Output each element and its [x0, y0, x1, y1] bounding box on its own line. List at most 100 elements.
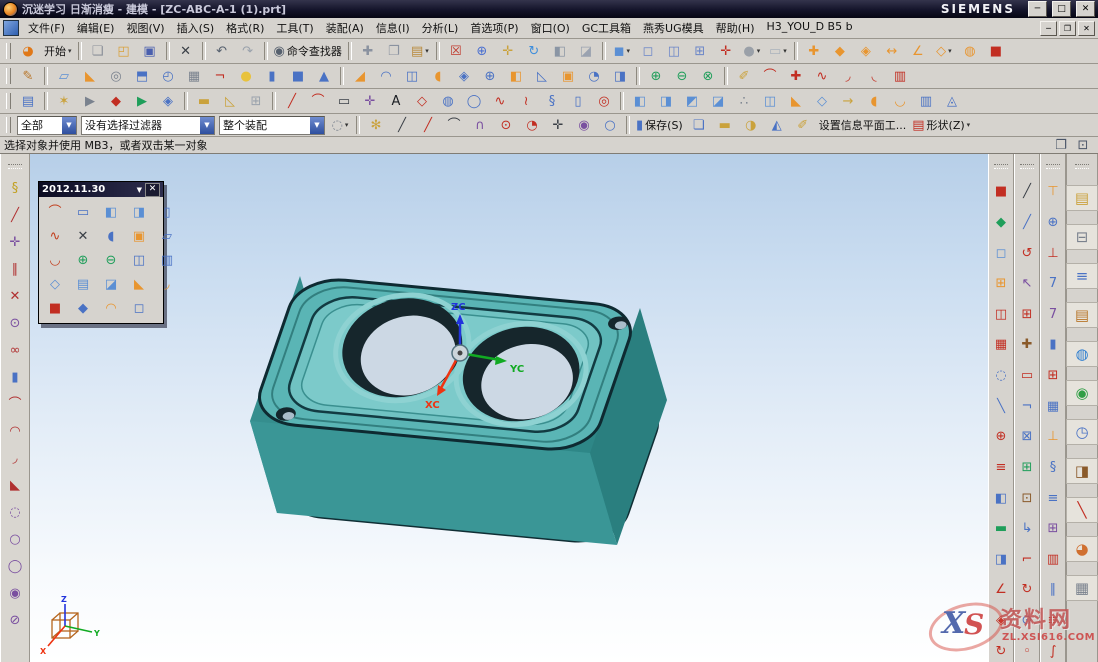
swept-surface-icon[interactable]: ◨ [653, 90, 679, 112]
close-button[interactable]: ✕ [1076, 1, 1095, 17]
draft-icon[interactable]: ◺ [529, 65, 555, 87]
point-cloud-icon[interactable]: ∴ [731, 90, 757, 112]
menu-item-9[interactable]: 首选项(P) [464, 18, 524, 38]
ruler-icon[interactable]: ▬ [191, 90, 217, 112]
menu-item-10[interactable]: 窗口(O) [525, 18, 576, 38]
chamfer-icon[interactable]: ◢ [347, 65, 373, 87]
block-icon[interactable]: ■ [42, 297, 68, 319]
sync-views-icon[interactable]: ✚ [355, 40, 381, 62]
hatch-lines-icon[interactable]: ≡ [988, 457, 1014, 479]
hide-constraint-icon[interactable]: ◍ [957, 40, 983, 62]
green-diamond-icon[interactable]: ◆ [988, 212, 1014, 234]
move-component-icon[interactable]: ✚ [801, 40, 827, 62]
quick-trim-icon[interactable]: ⊘ [2, 609, 28, 631]
rotate-ccw-icon[interactable]: ↺ [1014, 242, 1040, 264]
hook-icon[interactable]: ¬ [1014, 395, 1040, 417]
trim-curve-icon[interactable]: ✚ [783, 65, 809, 87]
pipe-icon[interactable]: ▯ [565, 90, 591, 112]
arc-icon[interactable]: ⌒ [2, 393, 28, 415]
background-swatch-icon[interactable]: ▭▾ [765, 40, 791, 62]
cylinder-icon[interactable]: ▮ [259, 65, 285, 87]
general-snap-icon[interactable]: ✻ [363, 115, 389, 135]
fillet-curve-icon[interactable]: ◟ [861, 65, 887, 87]
maximize-button[interactable]: □ [1052, 1, 1071, 17]
constraint-navigator-tab[interactable]: ⊟ [1066, 224, 1098, 250]
move-dot-icon[interactable]: ◦ [1014, 640, 1040, 662]
sphere-icon[interactable]: ● [233, 65, 259, 87]
bend-icon[interactable]: ◞ [154, 273, 180, 295]
edit-feature-icon[interactable]: ✐ [731, 65, 757, 87]
studio-surface-icon[interactable]: ◫ [757, 90, 783, 112]
bridge-curve-icon[interactable]: ⌒ [757, 65, 783, 87]
system-materials-tab[interactable]: ▦ [1066, 575, 1098, 601]
box-wireframe-icon[interactable]: ◻ [126, 297, 152, 319]
mdi-close-button[interactable]: ✕ [1078, 21, 1095, 36]
text-icon[interactable]: A [383, 90, 409, 112]
bend-surface-icon[interactable]: ◡ [887, 90, 913, 112]
mate-constraint-icon[interactable]: ◈ [853, 40, 879, 62]
shape-button[interactable]: ▤形状(Z)▾ [909, 115, 973, 135]
spin-icon[interactable]: ↻ [988, 640, 1014, 662]
spline-icon[interactable]: ∿ [42, 225, 68, 247]
facet-view-icon[interactable]: ⊞ [687, 40, 713, 62]
internet-explorer-tab[interactable]: ◉ [1066, 380, 1098, 406]
revolve-icon[interactable]: ◴ [155, 65, 181, 87]
menu-item-8[interactable]: 分析(L) [416, 18, 465, 38]
open-file-icon[interactable]: ◰ [111, 40, 137, 62]
draft-icon[interactable]: ◣ [126, 273, 152, 295]
edge-blend-icon[interactable]: ◠ [373, 65, 399, 87]
through-mesh-icon[interactable]: ▥ [913, 90, 939, 112]
section-curve-icon[interactable]: ▭ [70, 201, 96, 223]
sketch-point-icon[interactable]: ✛ [2, 231, 28, 253]
cylinder-icon[interactable]: ▮ [2, 366, 28, 388]
wire-cube-icon[interactable]: ◻ [988, 242, 1014, 264]
angle-measure-icon[interactable]: ◺ [217, 90, 243, 112]
hd3d-tools-tab[interactable]: ◍ [1066, 341, 1098, 367]
fillet-icon[interactable]: ◞ [2, 447, 28, 469]
corner-box-icon[interactable]: ⌐ [1014, 548, 1040, 570]
columns-icon[interactable]: ∥ [1040, 579, 1066, 601]
mdi-minimize-button[interactable]: ─ [1040, 21, 1057, 36]
stack-icon[interactable]: ≡ [1040, 610, 1066, 632]
integral-icon[interactable]: ∫ [1040, 640, 1066, 662]
menu-item-6[interactable]: 装配(A) [320, 18, 370, 38]
step-arrow-icon[interactable]: ↳ [1014, 518, 1040, 540]
view-split-icon[interactable]: ❐ [1050, 137, 1072, 153]
annotation-icon[interactable]: ✐ [790, 115, 816, 135]
redo-icon[interactable]: ↷ [235, 40, 261, 62]
replay-icon[interactable]: ◈ [155, 90, 181, 112]
snap-existing-point-icon[interactable]: ◉ [571, 115, 597, 135]
join-curve-icon[interactable]: ◡ [42, 249, 68, 271]
chevron-down-icon[interactable]: ▼ [310, 117, 324, 134]
flatten-icon[interactable]: ▣ [126, 225, 152, 247]
constraint-nav-icon[interactable]: ◇▾ [931, 40, 957, 62]
photo-cube-icon[interactable]: ◨ [988, 548, 1014, 570]
patch-icon[interactable]: ◍ [435, 90, 461, 112]
palette-close-button[interactable]: ✕ [145, 183, 160, 197]
sphere-wire-icon[interactable]: ◯ [461, 90, 487, 112]
color-grid-icon[interactable]: ▦ [988, 334, 1014, 356]
offset-surface-icon[interactable]: ◇ [42, 273, 68, 295]
snap-tangent-icon[interactable]: ○ [597, 115, 623, 135]
clip-section-icon[interactable]: ✛ [713, 40, 739, 62]
cross-line-icon[interactable]: ✕ [2, 285, 28, 307]
snap-intersection-icon[interactable]: ∩ [467, 115, 493, 135]
offset-curve-icon[interactable]: ◇ [409, 90, 435, 112]
through-curve-mesh-icon[interactable]: ▥ [154, 249, 180, 271]
chevron-down-icon[interactable]: ▼ [200, 117, 214, 134]
history-tab[interactable]: ◷ [1066, 419, 1098, 445]
circle-three-point-icon[interactable]: ○ [2, 528, 28, 550]
intersection-curve-icon[interactable]: ◧ [98, 201, 124, 223]
law-curve-icon[interactable]: ◞ [835, 65, 861, 87]
menu-item-11[interactable]: GC工具箱 [576, 18, 637, 38]
pages-icon[interactable]: ◫ [988, 303, 1014, 325]
bridge-curve-icon[interactable]: ⌒ [42, 201, 68, 223]
helix-icon[interactable]: § [539, 90, 565, 112]
snap-endpoint-icon[interactable]: ╱ [389, 115, 415, 135]
parallel-line-icon[interactable]: ∥ [2, 258, 28, 280]
wireframe-view-icon[interactable]: ◻ [635, 40, 661, 62]
frame-grid-icon[interactable]: ⊞ [1040, 518, 1066, 540]
appearance-sphere-icon[interactable]: ●▾ [739, 40, 765, 62]
pattern-feature-icon[interactable]: ◈ [451, 65, 477, 87]
pattern-icon[interactable]: ▥ [1040, 548, 1066, 570]
